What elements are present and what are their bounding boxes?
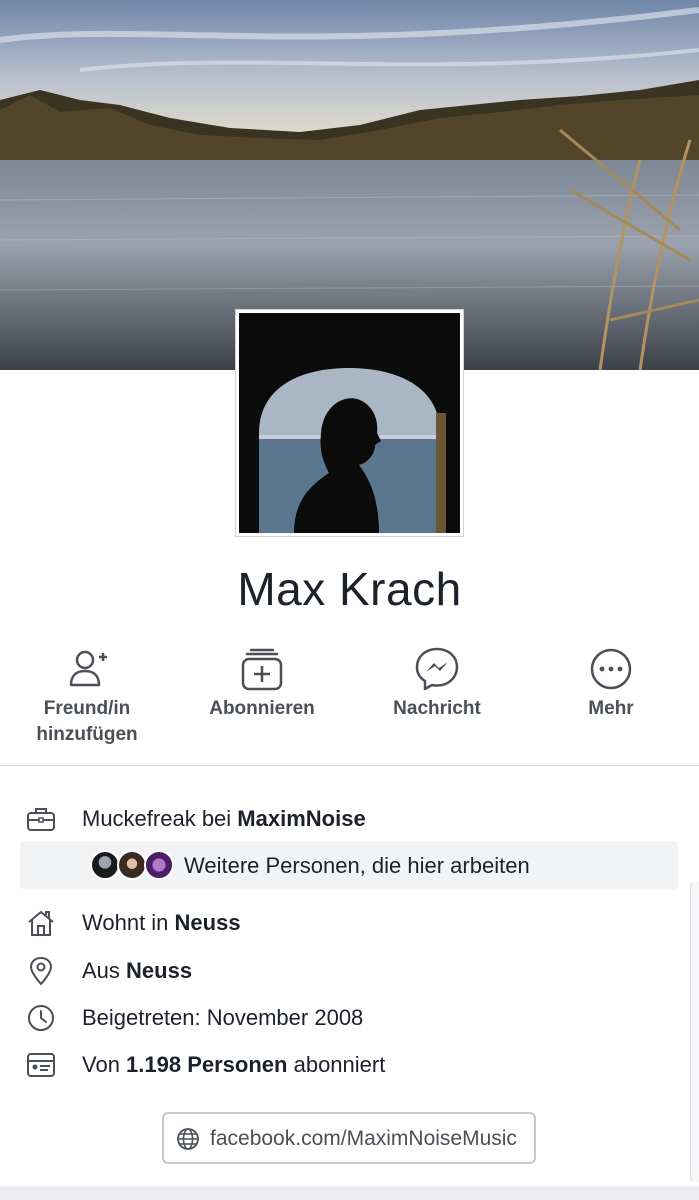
profile-name: Max Krach <box>237 563 462 615</box>
message-button[interactable]: Nachricht <box>352 645 522 722</box>
intro-work-row[interactable]: Muckefreak bei MaximNoise <box>0 798 699 838</box>
intro-joined-text: Beigetreten: November 2008 <box>82 1005 364 1030</box>
messenger-icon <box>415 647 459 691</box>
intro-work-text: Muckefreak bei MaximNoise <box>82 806 366 831</box>
website-link[interactable]: facebook.com/MaximNoiseMusic <box>162 1112 536 1164</box>
coworkers-link[interactable]: Weitere Personen, die hier arbeiten <box>20 841 678 889</box>
follow-icon <box>241 648 283 691</box>
avatar <box>144 850 174 880</box>
coworkers-text: Weitere Personen, die hier arbeiten <box>184 853 530 878</box>
add-friend-button[interactable]: Freund/in hinzufügen <box>2 645 172 748</box>
profile-actions: Freund/in hinzufügen Abonnieren Nachrich… <box>0 645 699 755</box>
avatar <box>90 850 120 880</box>
message-label: Nachricht <box>393 698 481 719</box>
intro-lives-row[interactable]: Wohnt in Neuss <box>0 902 699 942</box>
more-label: Mehr <box>588 698 634 719</box>
avatar <box>117 850 147 880</box>
intro-joined-row: Beigetreten: November 2008 <box>0 997 699 1037</box>
intro-from-text: Aus Neuss <box>82 958 193 983</box>
more-button[interactable]: Mehr <box>526 645 696 722</box>
intro-followers-row[interactable]: Von 1.198 Personen abonniert <box>0 1044 699 1084</box>
intro-from-row[interactable]: Aus Neuss <box>0 950 699 990</box>
website-link-text: facebook.com/MaximNoiseMusic <box>210 1127 517 1150</box>
profile-picture[interactable] <box>235 309 464 537</box>
briefcase-icon <box>27 808 55 831</box>
follow-button[interactable]: Abonnieren <box>177 645 347 722</box>
bottom-strip <box>0 1186 699 1200</box>
clock-icon <box>28 1005 54 1031</box>
more-icon <box>590 648 632 690</box>
follow-label: Abonnieren <box>209 698 315 719</box>
globe-icon <box>177 1128 199 1150</box>
add-friend-label: Freund/in hinzufügen <box>36 698 138 745</box>
section-divider <box>0 765 699 766</box>
intro-lives-text: Wohnt in Neuss <box>82 910 241 935</box>
scrollbar[interactable] <box>690 882 699 1182</box>
house-icon <box>28 911 54 936</box>
followers-card-icon <box>27 1053 55 1077</box>
location-pin-icon <box>30 957 52 985</box>
intro-followers-text: Von 1.198 Personen abonniert <box>82 1052 386 1077</box>
add-friend-icon <box>69 650 107 687</box>
coworker-avatars <box>90 850 180 880</box>
